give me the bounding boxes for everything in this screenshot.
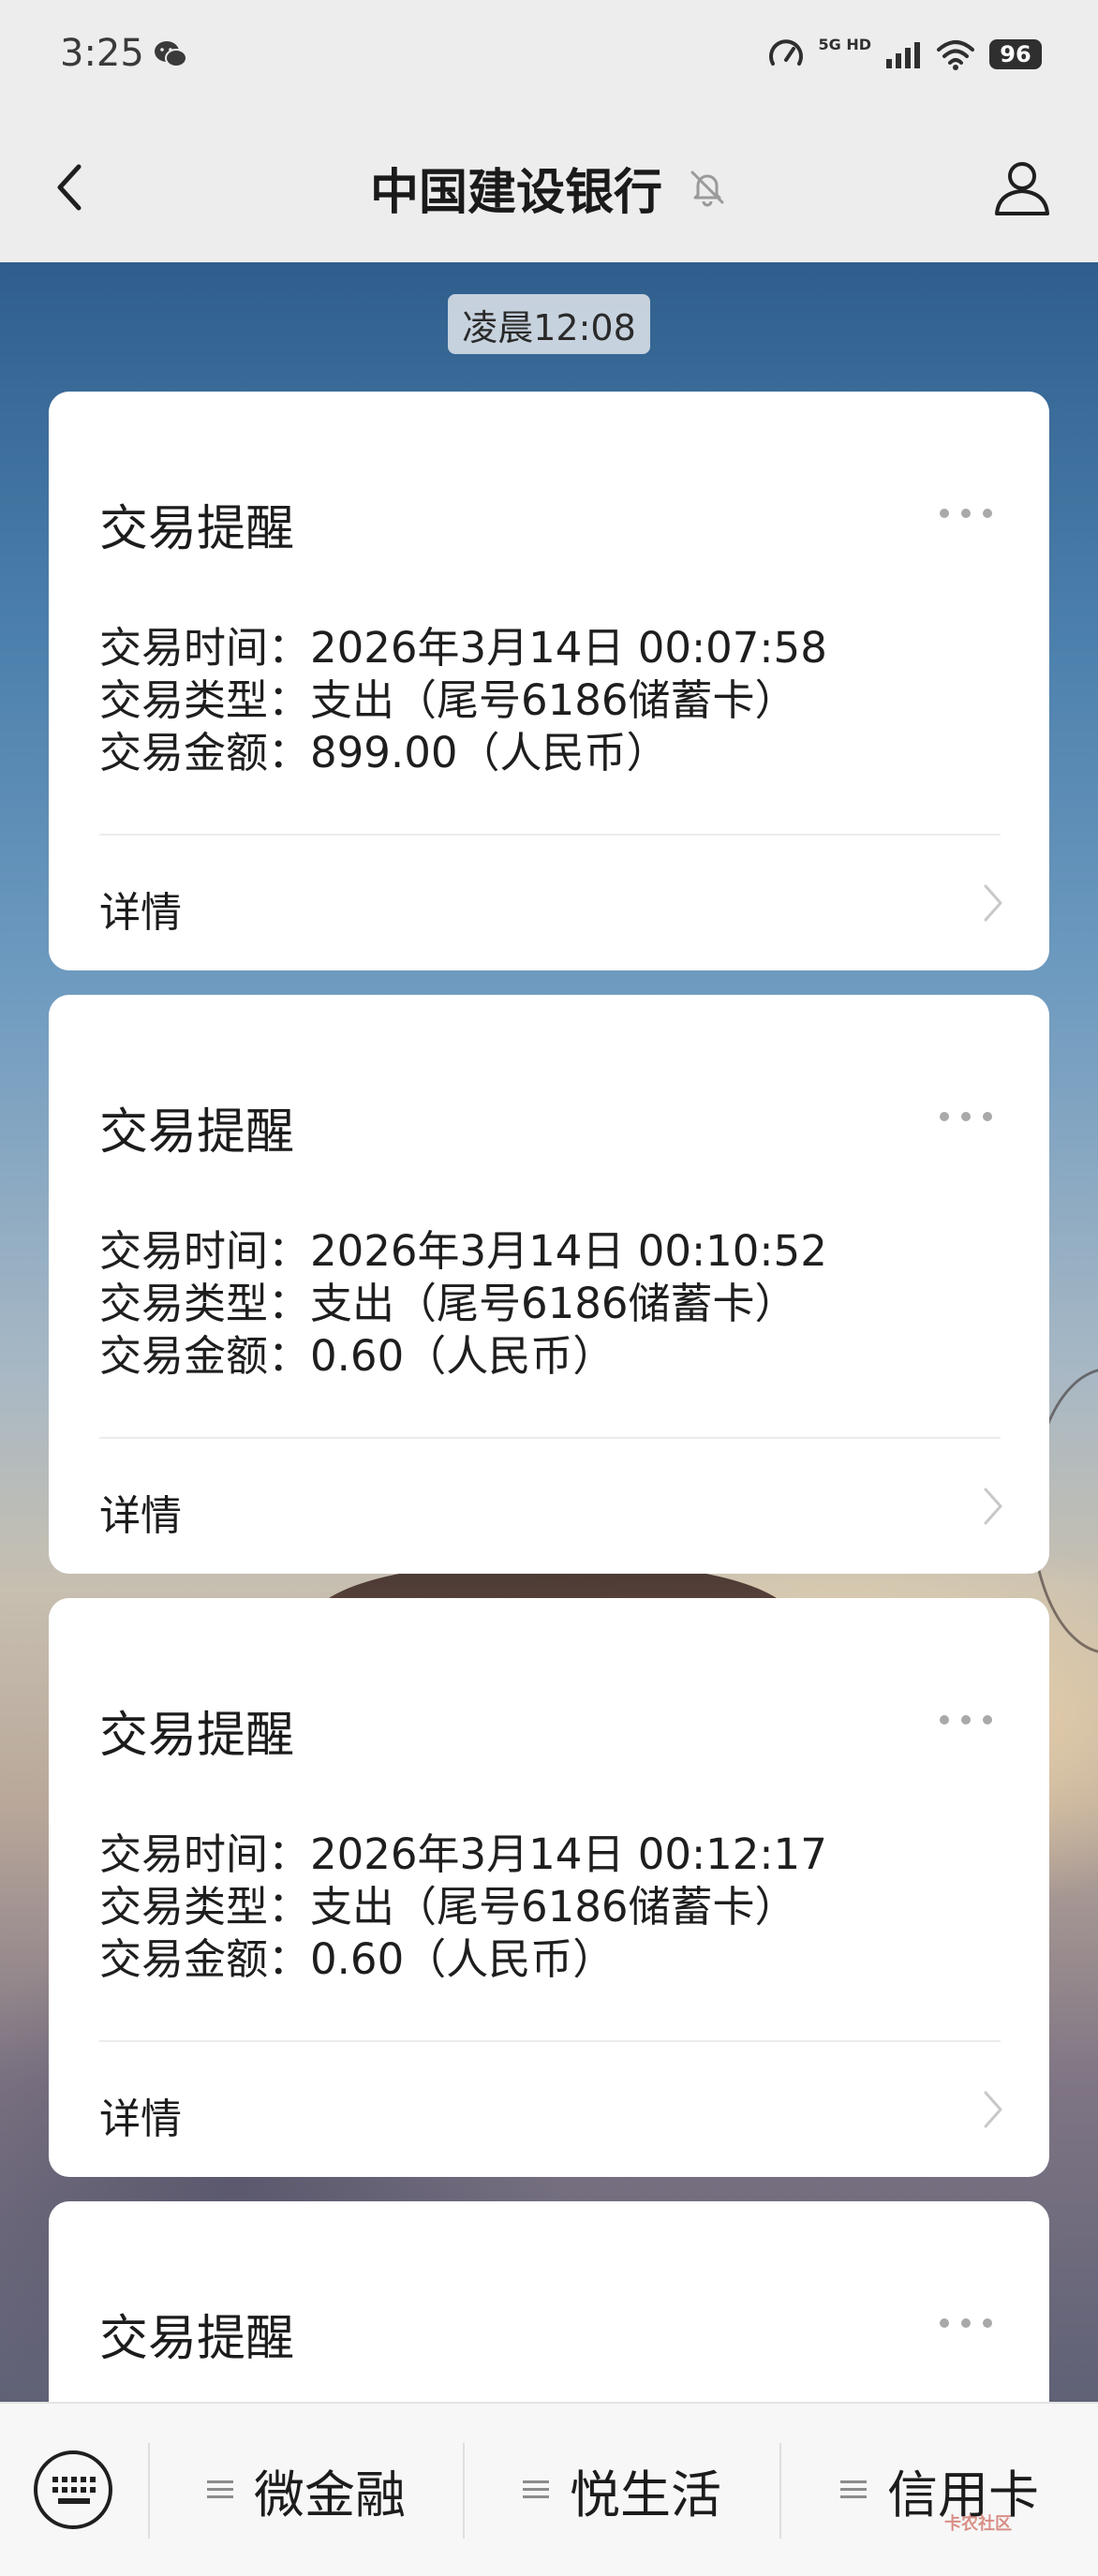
details-link[interactable]: 详情 xyxy=(49,2042,1049,2177)
menu-item-micro-finance[interactable]: 微金融 xyxy=(150,2404,463,2576)
transaction-type: 交易类型：支出（尾号6186储蓄卡） xyxy=(99,675,797,725)
mute-bell-icon xyxy=(690,170,724,207)
status-bar: 3:25 5G HD 96 xyxy=(0,0,1098,112)
more-options-icon[interactable] xyxy=(937,2316,995,2331)
card-title: 交易提醒 xyxy=(99,1104,295,1161)
details-link[interactable]: 详情 xyxy=(49,836,1049,970)
watermark-logo: 卡农社区 xyxy=(944,2510,1066,2552)
speed-gauge-icon xyxy=(769,39,804,66)
more-options-icon[interactable] xyxy=(937,506,995,521)
details-label: 详情 xyxy=(99,889,182,937)
chevron-right-icon xyxy=(984,884,1002,922)
chevron-right-icon xyxy=(984,1488,1002,1525)
card-details-text: 交易时间：2026年3月14日 00:12:17 交易类型：支出（尾号6186储… xyxy=(99,1828,827,1986)
transaction-card: 交易提醒 xyxy=(49,2201,1049,2402)
battery-level: 96 xyxy=(1000,41,1031,67)
transaction-card: 交易提醒 交易时间：2026年3月14日 00:10:52 交易类型：支出（尾号… xyxy=(49,995,1049,1574)
nav-title-wrap: 中国建设银行 xyxy=(0,112,1098,262)
details-link[interactable]: 详情 xyxy=(49,1439,1049,1574)
transaction-time: 交易时间：2026年3月14日 00:07:58 xyxy=(99,623,827,673)
bottom-menu-bar: 微金融 悦生活 信用卡 卡农社区 xyxy=(0,2402,1098,2576)
status-time: 3:25 xyxy=(60,32,144,75)
chevron-right-icon xyxy=(984,2091,1002,2128)
card-details-text: 交易时间：2026年3月14日 00:10:52 交易类型：支出（尾号6186储… xyxy=(99,1225,827,1383)
transaction-type: 交易类型：支出（尾号6186储蓄卡） xyxy=(99,1279,797,1328)
menu-item-life[interactable]: 悦生活 xyxy=(465,2404,779,2576)
keyboard-icon[interactable] xyxy=(32,2449,114,2531)
menu-lines-icon xyxy=(523,2480,549,2498)
more-options-icon[interactable] xyxy=(937,1712,995,1727)
card-title: 交易提醒 xyxy=(99,2311,295,2367)
transaction-amount: 交易金额：0.60（人民币） xyxy=(99,1934,616,1984)
watermark-text: 卡农社区 xyxy=(944,2514,1012,2534)
battery-icon: 96 xyxy=(989,39,1042,69)
signal-icon xyxy=(886,42,920,68)
menu-lines-icon xyxy=(840,2480,867,2498)
chat-area[interactable]: 凌晨12:08 交易提醒 交易时间：2026年3月14日 00:07:58 交易… xyxy=(0,262,1098,2402)
menu-item-label: 微金融 xyxy=(254,2465,406,2524)
transaction-amount: 交易金额：0.60（人民币） xyxy=(99,1331,616,1381)
status-indicators: 5G HD 96 xyxy=(767,34,1042,75)
transaction-amount: 交易金额：899.00（人民币） xyxy=(99,728,669,777)
message-timestamp: 凌晨12:08 xyxy=(448,294,650,354)
details-label: 详情 xyxy=(99,1492,182,1540)
nav-bar: 中国建设银行 xyxy=(0,112,1098,262)
card-details-text: 交易时间：2026年3月14日 00:07:58 交易类型：支出（尾号6186储… xyxy=(99,622,827,779)
menu-lines-icon xyxy=(207,2480,233,2498)
page-title: 中国建设银行 xyxy=(369,164,662,221)
transaction-type: 交易类型：支出（尾号6186储蓄卡） xyxy=(99,1882,797,1932)
card-title: 交易提醒 xyxy=(99,501,295,557)
menu-item-label: 悦生活 xyxy=(570,2465,721,2524)
more-options-icon[interactable] xyxy=(937,1109,995,1124)
network-type: 5G HD xyxy=(818,36,871,53)
profile-icon[interactable] xyxy=(989,155,1055,221)
transaction-card: 交易提醒 交易时间：2026年3月14日 00:07:58 交易类型：支出（尾号… xyxy=(49,392,1049,970)
transaction-time: 交易时间：2026年3月14日 00:12:17 xyxy=(99,1829,827,1879)
wifi-icon xyxy=(937,40,974,70)
card-title: 交易提醒 xyxy=(99,1708,295,1764)
details-label: 详情 xyxy=(99,2095,182,2143)
transaction-card: 交易提醒 交易时间：2026年3月14日 00:12:17 交易类型：支出（尾号… xyxy=(49,1598,1049,2177)
wechat-icon xyxy=(155,41,187,67)
transaction-time: 交易时间：2026年3月14日 00:10:52 xyxy=(99,1226,827,1276)
